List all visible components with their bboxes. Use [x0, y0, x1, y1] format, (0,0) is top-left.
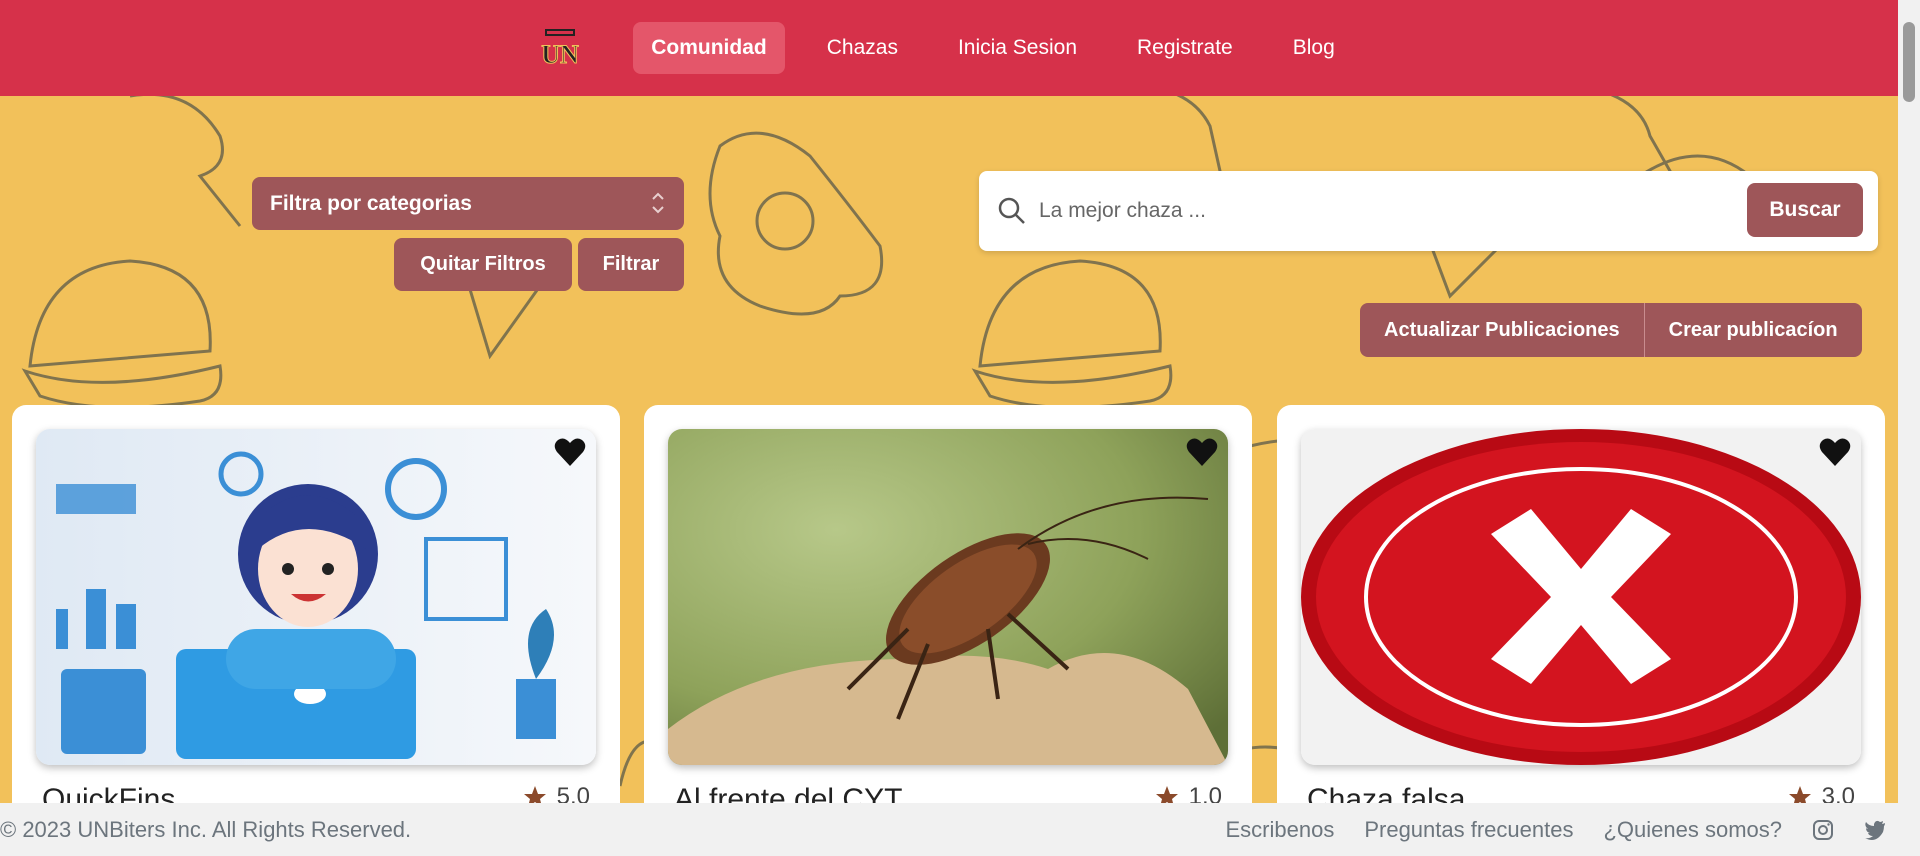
- filter-button[interactable]: Filtrar: [578, 238, 684, 291]
- page-scrollbar[interactable]: [1898, 0, 1920, 856]
- chaza-card[interactable]: QuickFins 5.0: [12, 405, 620, 825]
- refresh-publications-button[interactable]: Actualizar Publicaciones: [1360, 303, 1645, 357]
- nav-link-inicia-sesion[interactable]: Inicia Sesion: [940, 22, 1095, 74]
- scrollbar-thumb[interactable]: [1903, 22, 1915, 102]
- footer-link-about[interactable]: ¿Quienes somos?: [1603, 817, 1782, 843]
- card-image-finance-illustration: [36, 429, 596, 765]
- search-icon: [998, 197, 1025, 224]
- category-select[interactable]: Filtra por categorias: [252, 177, 684, 230]
- nav-link-chazas[interactable]: Chazas: [809, 22, 916, 74]
- select-chevron-icon: [652, 192, 664, 214]
- nav-link-comunidad[interactable]: Comunidad: [633, 22, 785, 74]
- clear-filters-button[interactable]: Quitar Filtros: [394, 238, 572, 291]
- footer: © 2023 UNBiters Inc. All Rights Reserved…: [0, 803, 1898, 856]
- top-navbar: UN Comunidad Chazas Inicia Sesion Regist…: [0, 0, 1898, 96]
- footer-links: Escribenos Preguntas frecuentes ¿Quienes…: [1225, 817, 1886, 843]
- search-button[interactable]: Buscar: [1747, 183, 1863, 237]
- favorite-heart-icon[interactable]: [554, 437, 586, 467]
- un-logo[interactable]: UN: [539, 27, 581, 69]
- search-bar: Buscar: [979, 171, 1878, 251]
- instagram-icon[interactable]: [1812, 819, 1834, 841]
- footer-link-faq[interactable]: Preguntas frecuentes: [1364, 817, 1573, 843]
- category-select-value: Filtra por categorias: [270, 191, 472, 215]
- twitter-icon[interactable]: [1864, 820, 1886, 840]
- nav-link-blog[interactable]: Blog: [1275, 22, 1353, 74]
- card-image-red-x-seal: [1301, 429, 1861, 765]
- card-image-cockroach-photo: [668, 429, 1228, 765]
- chaza-card[interactable]: Chaza falsa 3.0: [1277, 405, 1885, 825]
- chaza-card[interactable]: Al frente del CYT 1.0: [644, 405, 1252, 825]
- nav-link-registrate[interactable]: Registrate: [1119, 22, 1251, 74]
- footer-link-escribenos[interactable]: Escribenos: [1225, 817, 1334, 843]
- search-input[interactable]: [1039, 199, 1729, 223]
- favorite-heart-icon[interactable]: [1186, 437, 1218, 467]
- copyright-text: © 2023 UNBiters Inc. All Rights Reserved…: [0, 816, 412, 842]
- create-publication-button[interactable]: Crear publicacíon: [1644, 303, 1862, 357]
- favorite-heart-icon[interactable]: [1819, 437, 1851, 467]
- publication-actions: Actualizar Publicaciones Crear publicací…: [1360, 303, 1862, 357]
- svg-text:UN: UN: [541, 40, 579, 69]
